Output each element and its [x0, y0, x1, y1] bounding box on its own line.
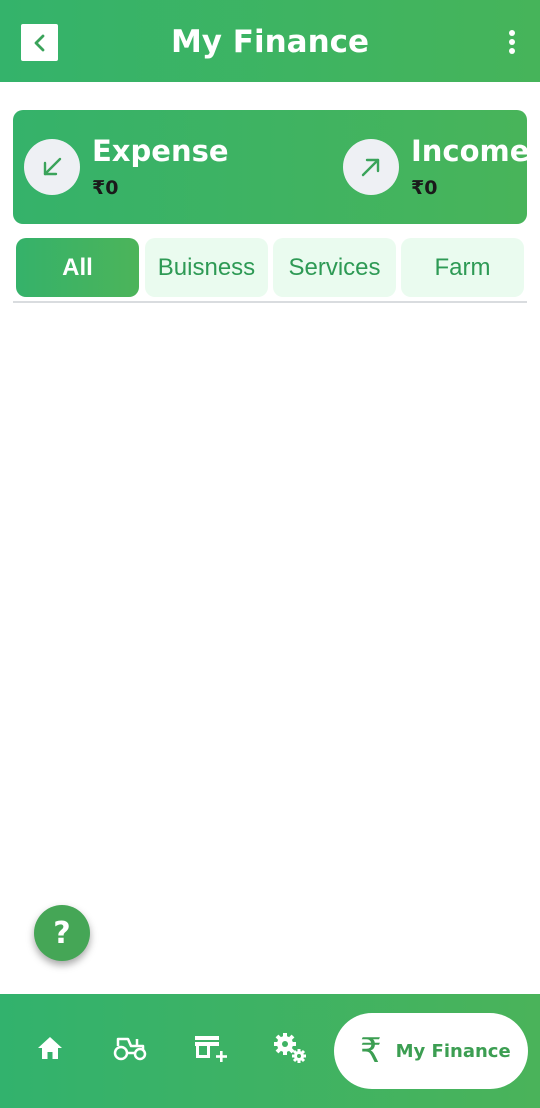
nav-my-finance-label: My Finance: [395, 1040, 511, 1062]
finance-summary-card: Expense ₹0 Income ₹0: [13, 110, 530, 224]
rupee-icon: ₹: [360, 1031, 382, 1071]
income-label: Income: [411, 134, 530, 168]
tabs-divider: [13, 301, 527, 303]
more-options-button[interactable]: [504, 26, 520, 58]
more-vert-icon-dot: [509, 48, 515, 54]
nav-add-store[interactable]: [192, 1030, 228, 1066]
income-value: ₹0: [411, 177, 438, 199]
expense-arrow-icon: [24, 139, 80, 195]
tractor-icon: [113, 1037, 147, 1061]
nav-my-finance[interactable]: ₹ My Finance: [334, 1013, 528, 1089]
tab-all[interactable]: All: [16, 238, 139, 297]
page-title: My Finance: [170, 24, 370, 60]
income-arrow-icon: [343, 139, 399, 195]
gears-icon: [274, 1033, 306, 1063]
bottom-navigation: ₹ My Finance: [0, 994, 540, 1108]
help-button[interactable]: ?: [34, 905, 90, 961]
nav-home[interactable]: [32, 1030, 68, 1066]
more-vert-icon-dot: [509, 39, 515, 45]
more-vert-icon-dot: [509, 30, 515, 36]
nav-settings[interactable]: [272, 1030, 308, 1066]
tab-buisness[interactable]: Buisness: [145, 238, 268, 297]
home-icon: [38, 1037, 62, 1059]
nav-tractor[interactable]: [112, 1030, 148, 1066]
tab-services[interactable]: Services: [273, 238, 396, 297]
expense-value: ₹0: [92, 177, 119, 199]
tab-farm[interactable]: Farm: [401, 238, 524, 297]
category-tabs: All Buisness Services Farm: [16, 238, 524, 298]
add-store-icon: [195, 1036, 227, 1062]
app-bar: My Finance: [0, 0, 540, 82]
expense-label: Expense: [92, 134, 229, 168]
